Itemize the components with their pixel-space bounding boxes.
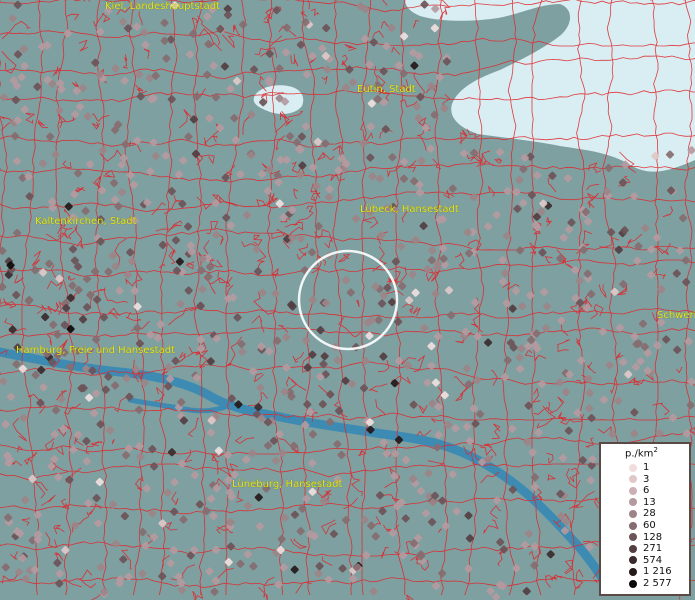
legend-item: 2 577: [601, 578, 689, 590]
legend-label: 3: [643, 473, 650, 485]
legend-swatch: [629, 521, 637, 530]
city-label-hamburg: Hamburg, Freie und Hansestadt: [16, 345, 175, 356]
legend-label: 1: [643, 462, 650, 473]
legend-label: 6: [643, 485, 650, 497]
legend-label: 28: [643, 508, 656, 520]
legend-swatch: [629, 463, 637, 472]
density-legend: p./km2 1 3 6 13 28 60 128 271 574 1 216 2 577: [599, 442, 691, 596]
legend-item: 60: [601, 520, 689, 532]
legend-label: 1 216: [643, 566, 672, 578]
city-label-kaltenkirchen: Kaltenkirchen, Stadt: [35, 216, 137, 227]
legend-item: 13: [601, 497, 689, 509]
legend-item: 1: [601, 462, 689, 474]
legend-item: 6: [601, 485, 689, 497]
legend-label: 574: [643, 554, 663, 566]
legend-swatch: [629, 509, 637, 518]
legend-swatch: [629, 486, 637, 495]
city-label-eutin: Eutin, Stadt: [357, 84, 416, 95]
legend-label: 60: [643, 520, 656, 531]
city-label-lueneburg: Lüneburg, Hansestadt: [232, 479, 343, 490]
population-density-map[interactable]: Kiel, Landeshauptstadt Eutin, Stadt Lübe…: [0, 0, 695, 600]
legend-item: 271: [601, 543, 689, 555]
legend-swatch: [629, 475, 637, 484]
legend-item: 1 216: [601, 566, 689, 578]
legend-item: 3: [601, 474, 689, 486]
legend-title-text: p./km: [625, 448, 654, 460]
legend-swatch: [629, 533, 637, 542]
legend-item: 574: [601, 555, 689, 567]
legend-label: 128: [643, 531, 663, 543]
city-label-luebeck: Lübeck, Hansestadt: [360, 204, 459, 215]
legend-item: 128: [601, 532, 689, 544]
legend-swatch: [629, 498, 637, 507]
legend-swatch: [629, 556, 637, 565]
legend-item: 28: [601, 508, 689, 520]
legend-swatch: [629, 567, 637, 576]
legend-swatch: [629, 579, 637, 588]
legend-swatch: [629, 544, 637, 553]
legend-label: 271: [643, 543, 663, 555]
legend-label: 2 577: [643, 578, 672, 589]
legend-title-superscript: 2: [653, 446, 658, 454]
legend-title: p./km2: [625, 446, 658, 459]
city-label-kiel: Kiel, Landeshauptstadt: [105, 1, 220, 12]
legend-label: 13: [643, 496, 656, 508]
city-label-schwerin: Schwerin: [657, 310, 695, 321]
